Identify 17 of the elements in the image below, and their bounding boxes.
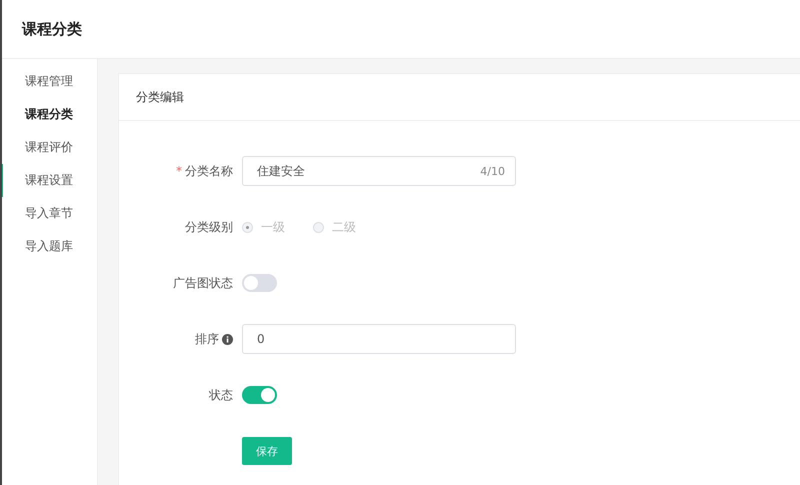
sidebar-item[interactable]: 课程分类 [2,98,97,131]
sidebar-item[interactable]: 课程管理 [2,65,97,98]
sidebar-item[interactable]: 导入题库 [2,230,97,263]
toggle-switch[interactable] [242,386,277,404]
input-field[interactable]: 住建安全 4/10 [242,156,516,186]
required-asterisk: * [176,164,182,178]
input-field[interactable]: 0 [242,324,516,354]
field-label: 排序 [195,330,219,348]
toggle-switch[interactable] [242,274,277,292]
page-title: 课程分类 [22,20,82,38]
field-label: 广告图状态 [173,274,233,292]
field-label: 分类名称 [185,162,233,180]
sidebar-item[interactable]: 导入章节 [2,197,97,230]
field-label: 状态 [209,386,233,404]
card-title: 分类编辑 [136,88,184,106]
sidebar-item[interactable]: 课程评价 [2,131,97,164]
field-label: 分类级别 [185,218,233,236]
